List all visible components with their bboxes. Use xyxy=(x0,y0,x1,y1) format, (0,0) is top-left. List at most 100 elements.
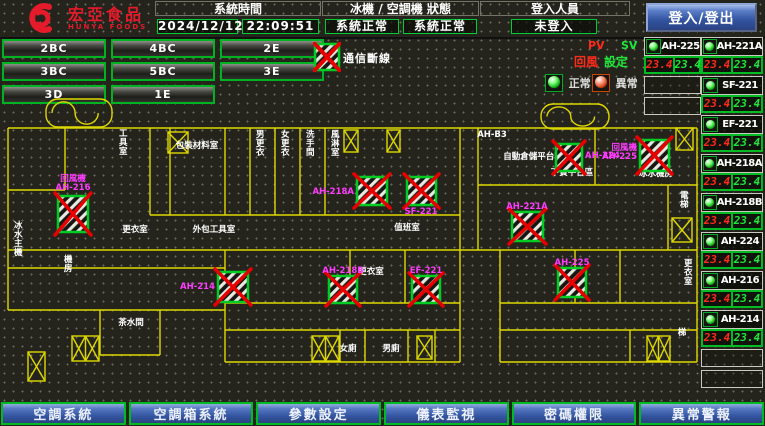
fan-SF-221[interactable]: SF-221 xyxy=(404,174,439,217)
unit-AH-218A[interactable]: AH-218A xyxy=(701,154,763,173)
floor-plan: 工具室包裝材料室冰水主機機房更衣室外包工具室男更衣女更衣洗手間風淋室AH-B3自… xyxy=(0,90,705,402)
room-label: 更衣室 xyxy=(684,258,693,287)
login-logout-button[interactable]: 登入/登出 xyxy=(646,3,757,32)
brand-logo: 宏亞食品 HUNYA FOODS xyxy=(22,2,147,34)
brand-subtitle: HUNYA FOODS xyxy=(68,23,147,31)
unit-name-label: AH-214 xyxy=(718,314,762,325)
empty-unit-slot xyxy=(644,76,701,94)
unit-temps-AH-218A: 23.423.4 xyxy=(701,173,763,191)
pv-value: 23.4 xyxy=(703,253,733,267)
unit-SF-221[interactable]: SF-221 xyxy=(701,76,763,95)
room-label: 外包工具室 xyxy=(192,224,236,235)
fan-AH-225-RF[interactable]: 回風機AH-225 xyxy=(602,137,672,174)
unit-status-lamp xyxy=(703,312,718,327)
login-state-value: 未登入 xyxy=(511,19,597,34)
plan-walls xyxy=(8,128,697,362)
unit-AH-218B[interactable]: AH-218B xyxy=(701,193,763,212)
fan-label: AH-218A xyxy=(312,187,354,197)
shaft-x-icon xyxy=(672,218,692,242)
nav-button-6[interactable]: 異常警報 xyxy=(639,402,764,425)
unit-temps-AH-221A: 23.423.4 xyxy=(701,56,763,74)
machine-status-label: 冰機 / 空調機 狀態 xyxy=(322,1,479,16)
pv-value: 23.4 xyxy=(703,97,733,111)
floor-button-3BC[interactable]: 3BC xyxy=(2,62,106,81)
room-label: 茶水間 xyxy=(117,317,144,328)
room-label: 包裝材料室 xyxy=(176,140,219,151)
fan-AH-221A[interactable]: AH-221A xyxy=(506,202,548,244)
sv-value: 23.4 xyxy=(733,253,761,267)
nav-button-4[interactable]: 儀表監視 xyxy=(384,402,509,425)
abnormal-lamp-icon xyxy=(592,74,610,92)
system-time-value: 22:09:51 xyxy=(242,19,319,34)
unit-AH-216[interactable]: AH-216 xyxy=(701,271,763,290)
comm-error-label: 通信斷線 xyxy=(343,50,391,66)
unit-name-label: AH-225 xyxy=(661,41,700,52)
fan-label: AH-225 xyxy=(602,152,637,162)
unit-AH-214[interactable]: AH-214 xyxy=(701,310,763,329)
pv-value: 23.4 xyxy=(646,58,675,72)
legend-normal: 正常 xyxy=(545,72,591,92)
floor-button-3E[interactable]: 3E xyxy=(220,62,324,81)
sv-value: 23.4 xyxy=(733,331,761,345)
fan-AH-218A[interactable]: AH-218A xyxy=(312,174,390,208)
unit-name-label: AH-221A xyxy=(717,41,762,52)
sv-value: 23.4 xyxy=(733,175,761,189)
fan-EF-221[interactable]: EF-221 xyxy=(409,266,443,306)
unit-AH-224[interactable]: AH-224 xyxy=(701,232,763,251)
unit-AH-221A[interactable]: AH-221A xyxy=(701,37,763,56)
floor-button-2BC[interactable]: 2BC xyxy=(2,39,106,58)
header-bar: 宏亞食品 HUNYA FOODS 系統時間 2024/12/12 22:09:5… xyxy=(0,0,765,39)
nav-button-3[interactable]: 參數設定 xyxy=(256,402,381,425)
room-label: 自動倉儲平台區 xyxy=(503,151,563,162)
unit-name-label: AH-218A xyxy=(717,158,762,169)
fan-AH-214[interactable]: AH-214 xyxy=(180,269,251,305)
sv-desc-label: 設定 xyxy=(604,53,628,70)
fan-label: SF-221 xyxy=(405,207,438,217)
unit-status-lamp xyxy=(703,234,718,249)
room-label: 更衣室 xyxy=(122,224,148,235)
pv-value: 23.4 xyxy=(703,136,733,150)
unit-status-lamp xyxy=(703,156,717,171)
unit-EF-221[interactable]: EF-221 xyxy=(701,115,763,134)
fan-label: AH-214 xyxy=(180,282,215,292)
empty-unit-slot xyxy=(701,349,763,367)
unit-temps-AH-225: 23.423.4 xyxy=(644,56,701,74)
unit-AH-225[interactable]: AH-225 xyxy=(644,37,701,56)
pv-value: 23.4 xyxy=(703,331,733,345)
pv-desc-label: 回風 xyxy=(574,53,598,70)
nav-button-2[interactable]: 空調箱系統 xyxy=(129,402,254,425)
comm-error-icon xyxy=(313,42,341,72)
room-label: 梯 xyxy=(678,327,687,338)
fan-AH-218B[interactable]: AH-218B xyxy=(322,266,363,306)
fan-label: EF-221 xyxy=(410,266,443,276)
ac-status-value: 系統正常 xyxy=(403,19,477,34)
chiller-status-value: 系統正常 xyxy=(325,19,399,34)
unit-status-lamp xyxy=(646,39,661,54)
unit-temps-AH-224: 23.423.4 xyxy=(701,251,763,269)
floor-button-2E[interactable]: 2E xyxy=(220,39,324,58)
shaft-x-icon xyxy=(387,130,400,152)
room-label: 風淋室 xyxy=(331,130,340,158)
pv-value: 23.4 xyxy=(703,58,733,72)
fan-AH-216[interactable]: 回風機AH-216 xyxy=(55,173,91,235)
room-label: 男更衣 xyxy=(256,130,265,158)
room-label: 冰水主機 xyxy=(13,220,23,258)
unit-status-lamp xyxy=(703,39,717,54)
fan-label: AH-225 xyxy=(555,258,590,268)
sv-value: 23.4 xyxy=(675,58,702,72)
nav-button-1[interactable]: 空調系統 xyxy=(1,402,126,425)
brand-logo-icon xyxy=(22,2,62,34)
shaft-x-icon xyxy=(647,336,670,361)
nav-button-5[interactable]: 密碼權限 xyxy=(512,402,637,425)
floor-button-4BC[interactable]: 4BC xyxy=(111,39,215,58)
room-label: 男廁 xyxy=(382,343,400,354)
pv-label: PV xyxy=(588,39,605,52)
room-label: 洗手間 xyxy=(306,129,315,158)
normal-lamp-icon xyxy=(545,74,563,92)
sv-value: 23.4 xyxy=(733,97,761,111)
system-time-label: 系統時間 xyxy=(155,1,321,16)
empty-unit-slot xyxy=(701,370,763,388)
legend-abnormal-label: 異常 xyxy=(616,77,638,90)
floor-button-5BC[interactable]: 5BC xyxy=(111,62,215,81)
fan-AH-225[interactable]: AH-225 xyxy=(555,258,590,300)
